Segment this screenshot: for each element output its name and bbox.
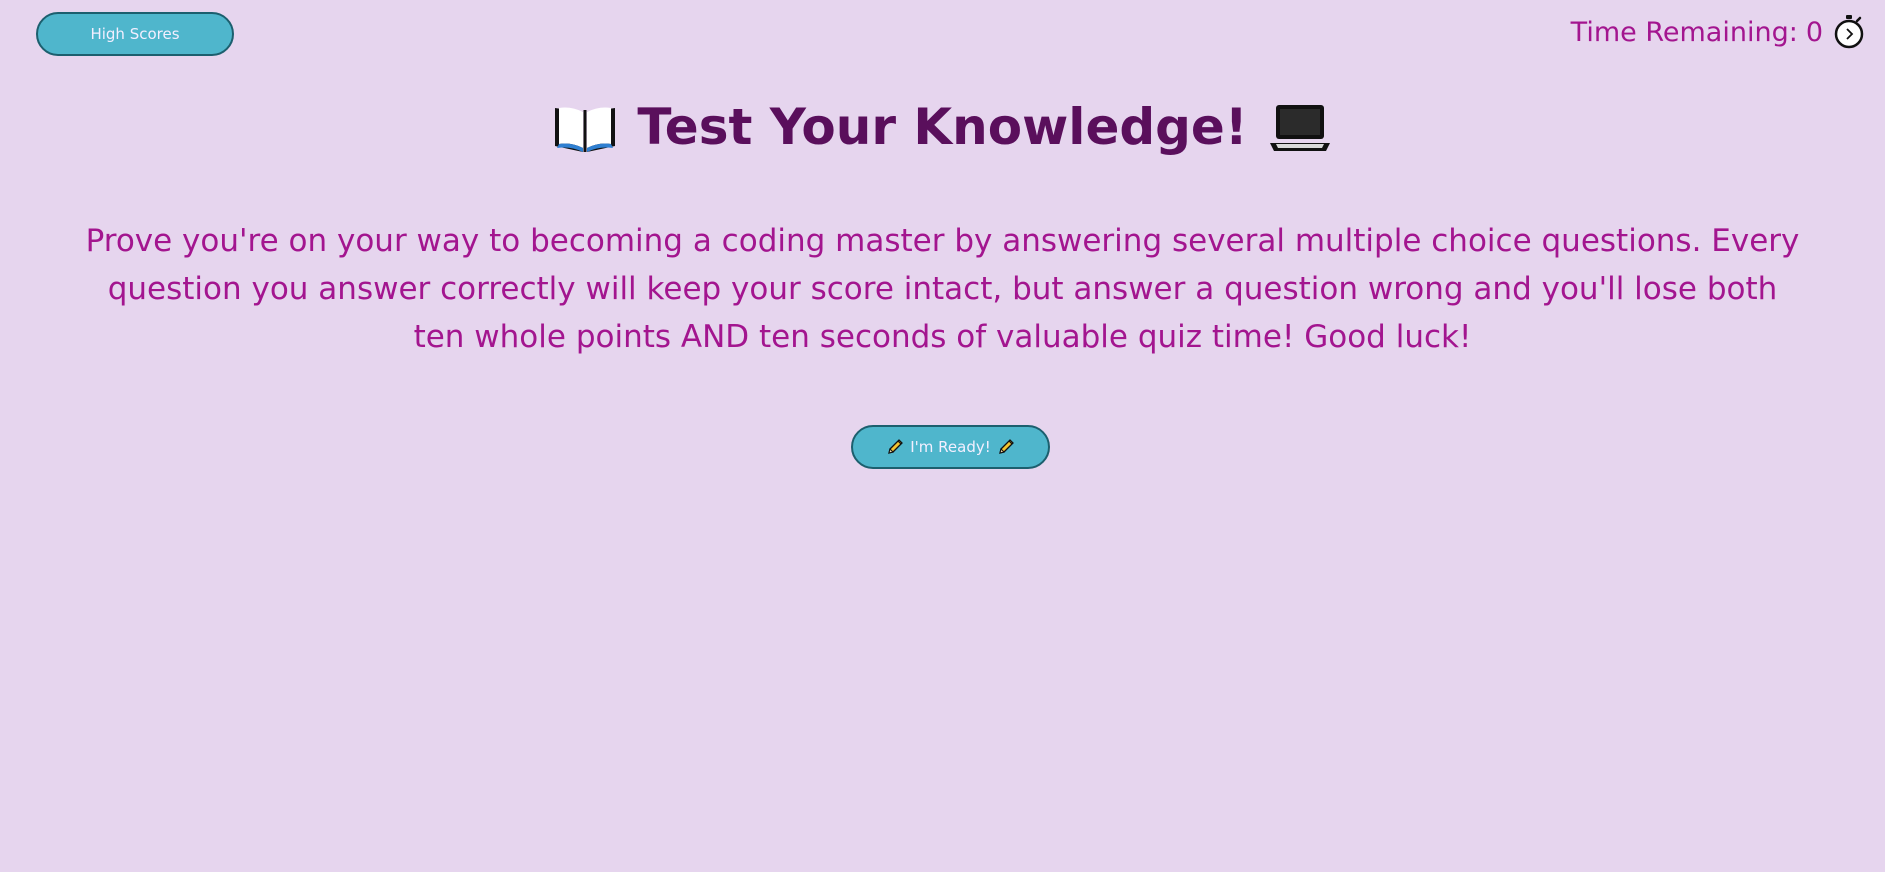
intro-text: Prove you're on your way to becoming a c… [85, 223, 1800, 355]
high-scores-button[interactable]: High Scores [36, 12, 234, 56]
start-quiz-label: I'm Ready! [910, 438, 991, 456]
pencil-icon [998, 439, 1014, 454]
timer-value: 0 [1805, 16, 1823, 48]
page-title-text: Test Your Knowledge! [637, 98, 1248, 156]
stopwatch-icon [1834, 15, 1864, 49]
page-title: Test Your Knowledge! [0, 98, 1885, 156]
timer: Time Remaining: 0 [1571, 14, 1865, 50]
laptop-icon [1269, 105, 1330, 151]
open-book-icon [555, 107, 616, 152]
timer-label: Time Remaining: [1570, 16, 1798, 48]
start-quiz-button[interactable]: I'm Ready! [851, 425, 1050, 469]
pencil-icon [888, 439, 904, 454]
